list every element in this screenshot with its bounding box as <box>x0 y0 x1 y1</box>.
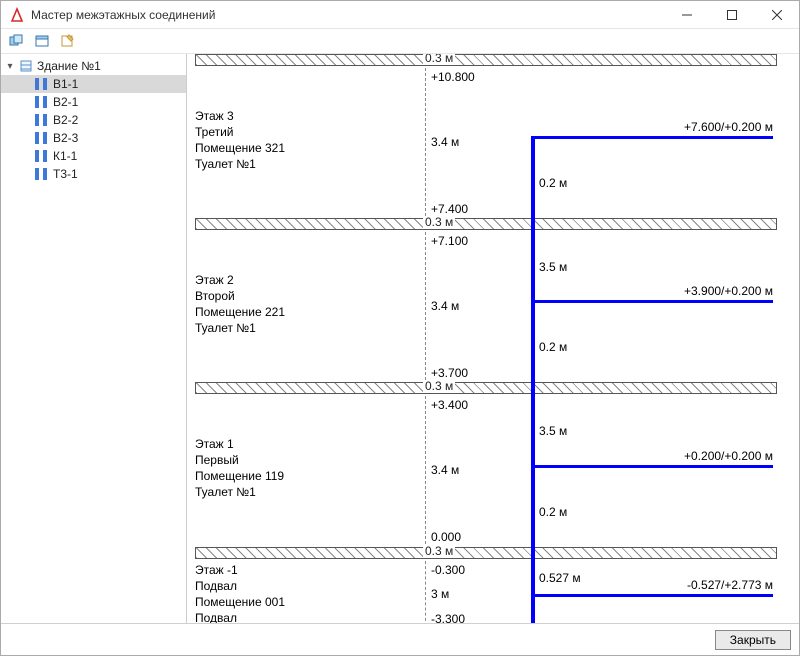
toolbar-button-3[interactable] <box>57 31 79 51</box>
slab-thickness-label: 0.3 м <box>423 379 455 393</box>
tree-item-label: В2-3 <box>53 131 78 145</box>
floor-info-line: Туалет №1 <box>195 484 284 500</box>
floor-info-line: Первый <box>195 452 284 468</box>
tree-item-label: В2-2 <box>53 113 78 127</box>
elevation-label: +3.400 <box>431 398 468 412</box>
riser-icon <box>35 96 49 108</box>
segment-label: 0.527 м <box>539 571 581 585</box>
tree-item[interactable]: В2-2 <box>1 111 186 129</box>
segment-label: 0.2 м <box>539 340 567 354</box>
riser-icon <box>35 132 49 144</box>
centerline <box>425 561 426 623</box>
segment-label: 0.2 м <box>539 505 567 519</box>
toolbar <box>1 29 799 54</box>
floor-info-line: Третий <box>195 124 285 140</box>
floor-info-line: Туалет №1 <box>195 320 285 336</box>
floor-info: Этаж 2ВторойПомещение 221Туалет №1 <box>195 272 285 336</box>
tree-item-label: В2-1 <box>53 95 78 109</box>
segment-label: 0.2 м <box>539 176 567 190</box>
floor-diagram: 0.3 м 0.3 м 0.3 м 0.3 м +10.800 +7.400 3.4 м Эт… <box>187 54 791 623</box>
window-title: Мастер межэтажных соединений <box>31 8 664 22</box>
riser-branch <box>531 136 773 139</box>
riser-branch <box>531 300 773 303</box>
content-panel: 0.3 м 0.3 м 0.3 м 0.3 м +10.800 +7.400 3.4 м Эт… <box>187 54 799 623</box>
tree-item-label: В1-1 <box>53 77 78 91</box>
tree-item-label: К1-1 <box>53 149 77 163</box>
riser-icon <box>35 114 49 126</box>
elevation-label: +7.400 <box>431 202 468 216</box>
riser-icon <box>35 168 49 180</box>
floor-info-line: Туалет №1 <box>195 156 285 172</box>
floor-info: Этаж 3ТретийПомещение 321Туалет №1 <box>195 108 285 172</box>
centerline <box>425 232 426 380</box>
riser-branch <box>531 465 773 468</box>
segment-label: 3.5 м <box>539 424 567 438</box>
building-icon <box>19 59 33 73</box>
branch-label: +3.900/+0.200 м <box>684 284 773 298</box>
floor-info-line: Этаж 1 <box>195 436 284 452</box>
caret-down-icon: ▾ <box>5 61 15 72</box>
height-label: 3.4 м <box>431 299 459 313</box>
tree-root-label: Здание №1 <box>37 59 101 73</box>
tree-item[interactable]: В2-3 <box>1 129 186 147</box>
titlebar: Мастер межэтажных соединений <box>1 1 799 29</box>
riser-branch <box>531 594 773 597</box>
branch-label: +7.600/+0.200 м <box>684 120 773 134</box>
floor-info: Этаж 1ПервыйПомещение 119Туалет №1 <box>195 436 284 500</box>
slab-thickness-label: 0.3 м <box>423 215 455 229</box>
tree-item[interactable]: К1-1 <box>1 147 186 165</box>
height-label: 3.4 м <box>431 135 459 149</box>
floor-info-line: Этаж 3 <box>195 108 285 124</box>
floor-info-line: Помещение 001 <box>195 594 285 610</box>
elevation-label: 0.000 <box>431 530 461 544</box>
floor-info-line: Подвал <box>195 578 285 594</box>
floor-info-line: Помещение 221 <box>195 304 285 320</box>
floor-info-line: Этаж 2 <box>195 272 285 288</box>
window: Мастер межэтажных соединений ▾ Здание №1 В… <box>0 0 800 656</box>
tree-item[interactable]: В2-1 <box>1 93 186 111</box>
height-label: 3 м <box>431 587 449 601</box>
centerline <box>425 396 426 544</box>
riser-vertical <box>531 136 535 623</box>
floor-info-line: Помещение 119 <box>195 468 284 484</box>
riser-icon <box>35 150 49 162</box>
segment-label: 3.5 м <box>539 260 567 274</box>
close-window-button[interactable] <box>754 1 799 29</box>
height-label: 3.4 м <box>431 463 459 477</box>
minimize-button[interactable] <box>664 1 709 29</box>
elevation-label: +7.100 <box>431 234 468 248</box>
toolbar-button-1[interactable] <box>5 31 27 51</box>
body: ▾ Здание №1 В1-1 В2-1 В2-2 В2-3 К1-1 Т3-1 0.3 м… <box>1 54 799 623</box>
slab <box>195 547 777 559</box>
elevation-label: -0.300 <box>431 563 465 577</box>
floor-info: Этаж -1ПодвалПомещение 001Подвал <box>195 562 285 623</box>
slab <box>195 382 777 394</box>
elevation-label: -3.300 <box>431 612 465 623</box>
branch-label: -0.527/+2.773 м <box>687 578 773 592</box>
toolbar-button-2[interactable] <box>31 31 53 51</box>
branch-label: +0.200/+0.200 м <box>684 449 773 463</box>
floor-info-line: Этаж -1 <box>195 562 285 578</box>
tree-item[interactable]: В1-1 <box>1 75 186 93</box>
centerline <box>425 68 426 216</box>
floor-info-line: Подвал <box>195 610 285 623</box>
tree-item-label: Т3-1 <box>53 167 78 181</box>
maximize-button[interactable] <box>709 1 754 29</box>
app-icon <box>9 7 25 23</box>
slab-thickness-label: 0.3 м <box>423 54 455 65</box>
tree-item[interactable]: Т3-1 <box>1 165 186 183</box>
elevation-label: +3.700 <box>431 366 468 380</box>
slab <box>195 54 777 66</box>
riser-icon <box>35 78 49 90</box>
floor-info-line: Второй <box>195 288 285 304</box>
slab-thickness-label: 0.3 м <box>423 544 455 558</box>
floor-info-line: Помещение 321 <box>195 140 285 156</box>
tree-panel: ▾ Здание №1 В1-1 В2-1 В2-2 В2-3 К1-1 Т3-1 <box>1 54 187 623</box>
bottom-bar: Закрыть <box>1 623 799 655</box>
elevation-label: +10.800 <box>431 70 475 84</box>
tree-root[interactable]: ▾ Здание №1 <box>1 57 186 75</box>
close-button[interactable]: Закрыть <box>715 630 791 650</box>
slab <box>195 218 777 230</box>
